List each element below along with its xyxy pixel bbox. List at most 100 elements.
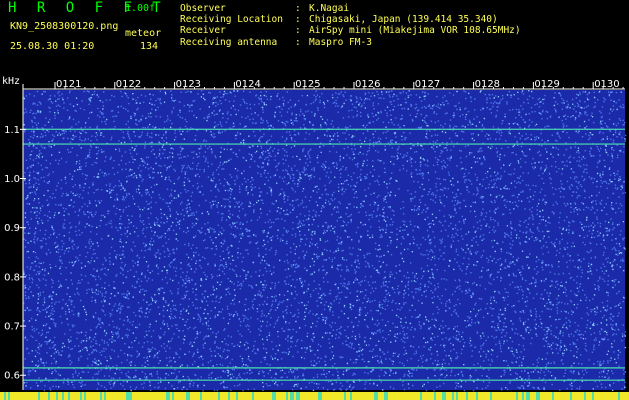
level-bar-segment	[320, 392, 322, 400]
level-bar-segment	[274, 392, 276, 400]
level-bar-segment	[178, 392, 180, 400]
level-bar-segment	[600, 392, 602, 400]
level-bar-segment	[626, 392, 628, 400]
level-bar-segment	[478, 392, 480, 400]
level-bar-segment	[396, 392, 398, 400]
info-value: K.Nagai	[309, 3, 350, 14]
level-bar-segment	[136, 392, 138, 400]
level-bar-segment	[166, 392, 168, 400]
level-bar-segment	[46, 392, 48, 400]
spectrogram-chart: kHz 1.1 1.0 0.9 0.8 0.7 0.6 0121 0122 0123 0124 012…	[0, 72, 629, 400]
info-row-receiver: Receiver: AirSpy mini (Miakejima VOR 108.…	[180, 25, 521, 36]
level-bar-segment	[390, 392, 392, 400]
level-bar-segment	[374, 392, 376, 400]
time-tick-label: 0124	[235, 79, 260, 90]
level-bar-segment	[260, 392, 262, 400]
level-bar-segment	[348, 392, 350, 400]
level-bar-segment	[44, 392, 46, 400]
level-bar-segment	[104, 392, 106, 400]
level-bar-segment	[472, 392, 474, 400]
info-colon: :	[295, 36, 301, 48]
level-bar-segment	[526, 392, 528, 400]
level-bar-segment	[156, 392, 158, 400]
level-bar-segment	[620, 392, 622, 400]
level-bar-segment	[340, 392, 342, 400]
level-bar-segment	[160, 392, 162, 400]
level-bar-segment	[612, 392, 614, 400]
level-bar-segment	[560, 392, 562, 400]
level-bar-segment	[56, 392, 58, 400]
level-bar-segment	[150, 392, 152, 400]
level-bar-segment	[516, 392, 518, 400]
level-bar-segment	[518, 392, 520, 400]
level-bar-segment	[594, 392, 596, 400]
y-tick-label: 1.0	[4, 174, 20, 185]
level-bar-segment	[134, 392, 136, 400]
level-bar-segment	[440, 392, 442, 400]
time-tick-label: 0125	[295, 79, 320, 90]
level-bar-segment	[500, 392, 502, 400]
level-bar-segment	[72, 392, 74, 400]
info-key: Receiver	[180, 25, 226, 37]
time-tick-label: 0128	[475, 79, 500, 90]
level-bar-segment	[428, 392, 430, 400]
level-bar-segment	[334, 392, 336, 400]
info-colon: :	[295, 25, 301, 37]
level-bar-segment	[598, 392, 600, 400]
y-axis-label: kHz	[2, 76, 20, 87]
level-bar-segment	[276, 392, 278, 400]
level-bar-segment	[354, 392, 356, 400]
level-bar-segment	[108, 392, 110, 400]
level-bar-segment	[604, 392, 606, 400]
level-bar-segment	[332, 392, 334, 400]
level-bar-segment	[12, 392, 14, 400]
level-bar-segment	[380, 392, 382, 400]
level-bar-segment	[74, 392, 76, 400]
level-bar-segment	[322, 392, 324, 400]
level-bar-segment	[564, 392, 566, 400]
level-bar-segment	[110, 392, 112, 400]
level-bar-segment	[580, 392, 582, 400]
level-bar-segment	[542, 392, 544, 400]
level-bar-segment	[248, 392, 250, 400]
level-bar-segment	[414, 392, 416, 400]
level-bar-segment	[128, 392, 130, 400]
level-bar-segment	[462, 392, 464, 400]
level-bar-segment	[302, 392, 304, 400]
level-bar-segment	[188, 392, 190, 400]
level-bar-segment	[256, 392, 258, 400]
level-bar-segment	[112, 392, 114, 400]
level-bar-segment	[176, 392, 178, 400]
level-bar-segment	[84, 392, 86, 400]
level-bar-segment	[118, 392, 120, 400]
level-bar-segment	[468, 392, 470, 400]
spectrogram-panel: kHz 1.1 1.0 0.9 0.8 0.7 0.6 0121 0122 0123 0124 012…	[0, 72, 629, 400]
level-bar-segment	[330, 392, 332, 400]
level-bar-segment	[204, 392, 206, 400]
level-bar-segment	[26, 392, 28, 400]
level-bar-segment	[240, 392, 242, 400]
level-bar-segment	[216, 392, 218, 400]
level-bar-segment	[162, 392, 164, 400]
level-bar-segment	[28, 392, 30, 400]
level-bar-segment	[0, 392, 2, 400]
level-bar-segment	[184, 392, 186, 400]
level-bar-segment	[238, 392, 240, 400]
level-bar-segment	[582, 392, 584, 400]
level-bar-segment	[80, 392, 82, 400]
level-bar-segment	[60, 392, 62, 400]
level-bar-segment	[470, 392, 472, 400]
level-bar-segment	[534, 392, 536, 400]
level-bar-segment	[14, 392, 16, 400]
time-tick-label: 0122	[116, 79, 141, 90]
level-bar-segment	[596, 392, 598, 400]
level-bar-segment	[246, 392, 248, 400]
level-bar-segment	[458, 392, 460, 400]
level-bar-segment	[482, 392, 484, 400]
level-bar-segment	[50, 392, 52, 400]
level-bar-segment	[388, 392, 390, 400]
level-bar-segment	[484, 392, 486, 400]
level-bar-segment	[310, 392, 312, 400]
y-tick-label: 0.6	[4, 371, 20, 382]
level-bar-segment	[48, 392, 50, 400]
